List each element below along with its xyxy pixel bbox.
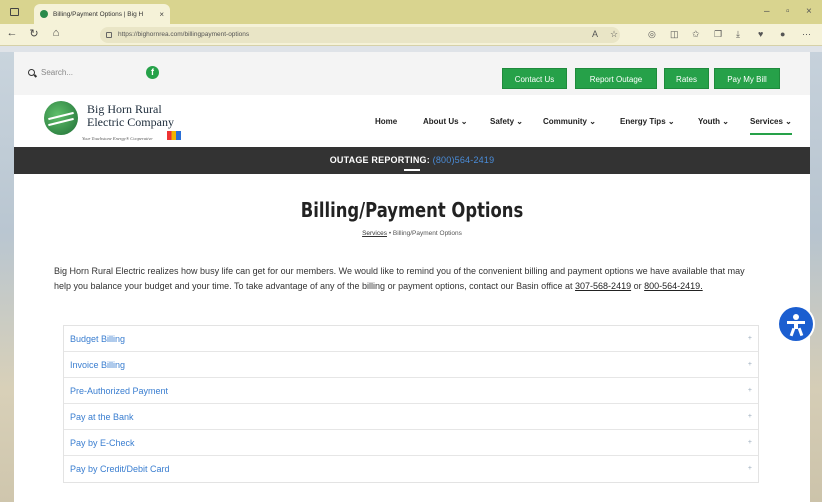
tollfree-phone-link[interactable]: 800-564-2419. — [644, 281, 703, 291]
refresh-icon[interactable]: ↻ — [26, 27, 42, 40]
intro-paragraph: Big Horn Rural Electric realizes how bus… — [54, 264, 754, 293]
a11y-head — [793, 314, 799, 320]
favorite-star-icon[interactable]: ☆ — [610, 29, 618, 40]
search-placeholder: Search... — [41, 68, 74, 77]
nav-energy-tips[interactable]: Energy Tips ⌄ — [620, 117, 675, 126]
accordion-label: Pay at the Bank — [70, 412, 134, 422]
maximize-icon[interactable]: ▫ — [786, 6, 790, 17]
split-screen-icon[interactable]: ◫ — [670, 29, 679, 40]
a11y-leg — [797, 327, 803, 337]
favicon-icon — [40, 10, 48, 18]
nav-youth[interactable]: Youth ⌄ — [698, 117, 729, 126]
nav-community[interactable]: Community ⌄ — [543, 117, 596, 126]
breadcrumb: Services • Billing/Payment Options — [14, 230, 810, 237]
basin-phone-link[interactable]: 307-568-2419 — [575, 281, 631, 291]
url-field[interactable]: https://bighornrea.com/billingpayment-op… — [100, 27, 620, 43]
tab-close-icon[interactable]: × — [159, 10, 164, 19]
nav-safety[interactable]: Safety ⌄ — [490, 117, 523, 126]
browser-titlebar: Billing/Payment Options | Big H × – ▫ × — [0, 0, 822, 24]
browser-essentials-icon[interactable]: ♥ — [758, 29, 763, 39]
payment-options-accordion: Budget Billing + Invoice Billing + Pre-Aut… — [63, 325, 759, 483]
more-menu-icon[interactable]: ⋯ — [802, 29, 811, 40]
expand-plus-icon: + — [747, 335, 752, 342]
accordion-item-pre-authorized-payment[interactable]: Pre-Authorized Payment + — [64, 378, 758, 404]
accordion-item-pay-at-bank[interactable]: Pay at the Bank + — [64, 404, 758, 430]
profile-icon[interactable]: ● — [780, 29, 785, 39]
rates-button[interactable]: Rates — [664, 68, 709, 89]
touchstone-energy-logo — [167, 131, 181, 140]
extension-icon[interactable]: ◎ — [648, 29, 656, 40]
outage-underline — [404, 169, 420, 171]
accordion-item-pay-by-card[interactable]: Pay by Credit/Debit Card + — [64, 456, 758, 482]
accordion-label: Invoice Billing — [70, 360, 126, 370]
expand-plus-icon: + — [747, 465, 752, 472]
desktop-background-left — [0, 52, 14, 502]
lock-icon — [106, 32, 112, 38]
expand-plus-icon: + — [747, 413, 752, 420]
web-page: Search... f Contact Us Report Outage Rat… — [14, 52, 810, 502]
site-header: Big Horn Rural Electric Company Your Tou… — [14, 95, 810, 147]
accordion-label: Pay by E-Check — [70, 438, 135, 448]
outage-phone-link[interactable]: (800)564-2419 — [433, 155, 495, 165]
contact-us-button[interactable]: Contact Us — [502, 68, 567, 89]
a11y-leg — [789, 327, 795, 337]
home-icon[interactable]: ⌂ — [48, 27, 64, 39]
nav-home[interactable]: Home — [375, 117, 397, 126]
expand-plus-icon: + — [747, 361, 752, 368]
intro-or: or — [633, 280, 642, 291]
expand-plus-icon: + — [747, 439, 752, 446]
company-name-line2: Electric Company — [87, 115, 174, 129]
company-name[interactable]: Big Horn Rural Electric Company — [87, 103, 174, 129]
nav-services[interactable]: Services ⌄ — [750, 117, 792, 135]
accordion-label: Pre-Authorized Payment — [70, 386, 169, 396]
read-aloud-icon[interactable]: A — [592, 29, 598, 39]
window-menu-icon[interactable] — [10, 8, 19, 16]
logo-tagline: Your Touchstone Energy® Cooperative — [82, 136, 153, 141]
outage-label: OUTAGE REPORTING: — [329, 155, 430, 165]
browser-tab[interactable]: Billing/Payment Options | Big H × — [34, 4, 170, 24]
search-icon — [28, 69, 35, 76]
accordion-item-budget-billing[interactable]: Budget Billing + — [64, 326, 758, 352]
breadcrumb-services-link[interactable]: Services — [362, 230, 387, 237]
desktop-background-right — [810, 52, 822, 502]
accordion-item-invoice-billing[interactable]: Invoice Billing + — [64, 352, 758, 378]
back-icon[interactable]: ← — [4, 27, 20, 39]
url-text: https://bighornrea.com/billingpayment-op… — [118, 31, 250, 38]
pay-my-bill-button[interactable]: Pay My Bill — [714, 68, 780, 89]
breadcrumb-separator: • — [388, 230, 392, 237]
downloads-icon[interactable]: ⤓ — [736, 29, 740, 40]
address-bar: ← ↻ ⌂ https://bighornrea.com/billingpaym… — [0, 24, 822, 46]
collections-icon[interactable]: ❐ — [714, 29, 722, 40]
accessibility-icon[interactable] — [779, 307, 813, 341]
utility-bar: Search... f Contact Us Report Outage Rat… — [14, 52, 810, 95]
accordion-label: Pay by Credit/Debit Card — [70, 464, 170, 474]
accordion-item-pay-by-echeck[interactable]: Pay by E-Check + — [64, 430, 758, 456]
minimize-icon[interactable]: – — [764, 6, 770, 17]
report-outage-button[interactable]: Report Outage — [575, 68, 657, 89]
close-window-icon[interactable]: × — [806, 6, 812, 17]
accordion-label: Budget Billing — [70, 334, 126, 344]
intro-text: Big Horn Rural Electric realizes how bus… — [54, 266, 745, 291]
facebook-icon[interactable]: f — [146, 66, 159, 79]
site-search[interactable]: Search... — [28, 68, 73, 77]
expand-plus-icon: + — [747, 387, 752, 394]
breadcrumb-current: Billing/Payment Options — [392, 230, 462, 237]
favorites-icon[interactable]: ✩ — [692, 29, 700, 40]
company-logo-icon[interactable] — [44, 101, 78, 135]
tab-title: Billing/Payment Options | Big H — [53, 10, 144, 18]
nav-about-us[interactable]: About Us ⌄ — [423, 117, 467, 126]
page-title: Billing/Payment Options — [300, 198, 524, 222]
